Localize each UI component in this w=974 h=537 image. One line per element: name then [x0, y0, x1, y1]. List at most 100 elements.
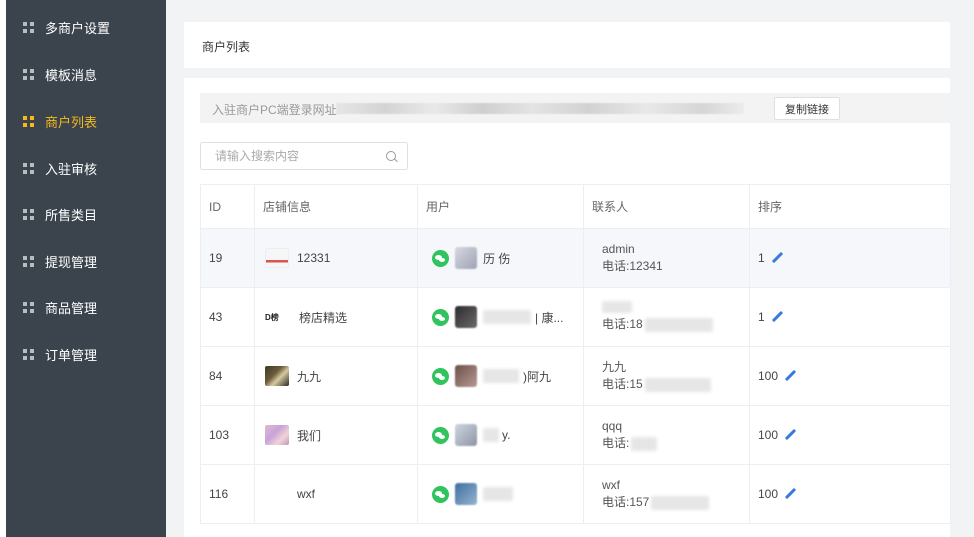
- shop-logo: D榜: [265, 312, 279, 322]
- sidebar-item-label: 商户列表: [45, 114, 98, 130]
- cell-user: [418, 465, 584, 523]
- avatar: [455, 483, 477, 505]
- table-row[interactable]: 19 12331 历 伤 admin 电话:12341 1: [201, 229, 951, 288]
- contact-phone: 电话:: [602, 434, 658, 452]
- cell-sort: 1: [750, 288, 951, 346]
- contact-phone: 电话:15: [602, 375, 711, 393]
- sidebar-item-label: 订单管理: [45, 347, 98, 363]
- sort-value: 100: [758, 369, 779, 383]
- avatar: [455, 306, 477, 328]
- avatar: [455, 365, 477, 387]
- grid-icon: [23, 68, 34, 80]
- cell-sort: 100: [750, 347, 951, 405]
- app: 多商户设置 模板消息 商户列表 入驻审核 所售类目 提现管理 商品管理 订单管理…: [0, 0, 974, 537]
- search-icon[interactable]: [386, 151, 396, 161]
- redacted-text: [483, 428, 499, 442]
- table-row[interactable]: 43 D榜 榜店精选 | 康... 电话:18 1: [201, 288, 951, 347]
- contact-name: 九九: [602, 360, 627, 374]
- sort-value: 1: [758, 310, 765, 324]
- sidebar-item-template-messages[interactable]: 模板消息: [6, 51, 166, 97]
- table-row[interactable]: 84 九九 )阿九 九九 电话:15 100: [201, 347, 951, 406]
- cell-id: 43: [201, 288, 255, 346]
- copy-link-button[interactable]: 复制链接: [774, 97, 840, 120]
- redacted-text: [483, 310, 531, 324]
- shop-name: 12331: [297, 251, 331, 265]
- user-name: )阿九: [523, 369, 551, 384]
- sidebar-item-merchant-list[interactable]: 商户列表: [6, 98, 166, 144]
- shop-name: 九九: [297, 369, 322, 384]
- cell-sort: 1: [750, 229, 951, 287]
- page-header: 商户列表: [184, 22, 950, 68]
- contact-phone: 电话:12341: [602, 259, 663, 273]
- sidebar: 多商户设置 模板消息 商户列表 入驻审核 所售类目 提现管理 商品管理 订单管理: [6, 0, 166, 537]
- column-header-contact: 联系人: [584, 185, 750, 229]
- user-name: | 康...: [535, 310, 564, 325]
- grid-icon: [23, 208, 34, 220]
- grid-icon: [23, 348, 34, 360]
- column-header-id: ID: [201, 185, 255, 229]
- grid-icon: [23, 21, 34, 33]
- merchant-table: ID 店铺信息 用户 联系人 排序 19 12331 历 伤 admin 电话:…: [200, 184, 951, 524]
- contact-phone: 电话:157: [602, 493, 710, 511]
- wechat-icon: [432, 367, 449, 385]
- pencil-icon[interactable]: [784, 370, 796, 382]
- cell-id: 103: [201, 406, 255, 464]
- column-header-user: 用户: [418, 185, 584, 229]
- shop-name: 我们: [297, 428, 322, 443]
- redacted-text: [483, 487, 513, 501]
- sidebar-item-label: 多商户设置: [45, 20, 111, 36]
- table-row[interactable]: 103 我们 y. qqq 电话: 100: [201, 406, 951, 465]
- search-input[interactable]: [201, 143, 381, 169]
- shop-logo: [265, 484, 289, 504]
- shop-logo: [265, 248, 289, 268]
- cell-user: 历 伤: [418, 229, 584, 287]
- cell-user: | 康...: [418, 288, 584, 346]
- sidebar-item-label: 模板消息: [45, 67, 98, 83]
- sidebar-item-orders[interactable]: 订单管理: [6, 331, 166, 377]
- cell-user: y.: [418, 406, 584, 464]
- main-area: 商户列表 入驻商户PC端登录网址: 复制链接 ID 店铺信息 用户 联系人 排序: [166, 0, 974, 537]
- sort-value: 1: [758, 251, 765, 265]
- user-name: y.: [502, 428, 511, 442]
- wechat-icon: [432, 485, 449, 503]
- pencil-icon[interactable]: [771, 252, 783, 264]
- shop-name: wxf: [297, 487, 315, 501]
- cell-contact: wxf 电话:157: [584, 465, 750, 523]
- sidebar-item-withdrawals[interactable]: 提现管理: [6, 238, 166, 284]
- cell-shop: 我们: [255, 406, 418, 464]
- sidebar-item-products[interactable]: 商品管理: [6, 284, 166, 330]
- sidebar-item-label: 入驻审核: [45, 161, 98, 177]
- shop-name: 榜店精选: [299, 310, 348, 325]
- cell-shop: D榜 榜店精选: [255, 288, 418, 346]
- grid-icon: [23, 255, 34, 267]
- sidebar-item-categories[interactable]: 所售类目: [6, 191, 166, 237]
- table-row[interactable]: 116 wxf wxf 电话:157 100: [201, 465, 951, 524]
- contact-name: wxf: [602, 478, 620, 492]
- sidebar-item-label: 商品管理: [45, 300, 98, 316]
- grid-icon: [23, 115, 34, 127]
- sidebar-item-merchant-settings[interactable]: 多商户设置: [6, 4, 166, 50]
- cell-user: )阿九: [418, 347, 584, 405]
- pencil-icon[interactable]: [784, 429, 796, 441]
- avatar: [455, 424, 477, 446]
- login-url-bar: 入驻商户PC端登录网址: 复制链接: [200, 93, 950, 123]
- contact-name: admin: [602, 242, 635, 256]
- page-title: 商户列表: [202, 40, 251, 54]
- pencil-icon[interactable]: [771, 311, 783, 323]
- sidebar-item-entry-review[interactable]: 入驻审核: [6, 145, 166, 191]
- cell-contact: 电话:18: [584, 288, 750, 346]
- redacted-text: [483, 369, 519, 383]
- column-header-sort: 排序: [750, 185, 951, 229]
- cell-id: 84: [201, 347, 255, 405]
- wechat-icon: [432, 426, 449, 444]
- cell-sort: 100: [750, 465, 951, 523]
- shop-logo: [265, 366, 289, 386]
- avatar: [455, 247, 477, 269]
- cell-shop: wxf: [255, 465, 418, 523]
- column-header-shop: 店铺信息: [255, 185, 418, 229]
- wechat-icon: [432, 249, 449, 267]
- redacted-text: [602, 301, 632, 313]
- sort-value: 100: [758, 487, 779, 501]
- contact-phone: 电话:18: [602, 315, 713, 333]
- pencil-icon[interactable]: [784, 488, 796, 500]
